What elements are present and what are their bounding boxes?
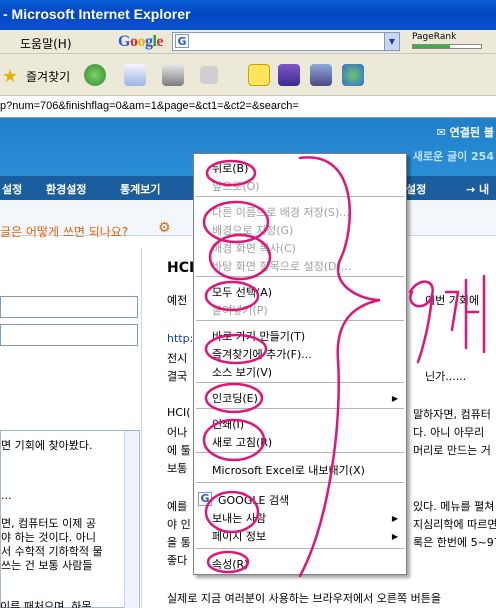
article-line: 예를 xyxy=(167,500,188,513)
menu-item-set-desktop-item[interactable]: 바탕 화면 항목으로 설정(D)... xyxy=(212,258,351,274)
article-line: 을 통 xyxy=(167,536,191,549)
title-bar: - Microsoft Internet Explorer xyxy=(0,0,496,30)
article-line: 전시 xyxy=(167,352,188,365)
nav-my[interactable]: → 내 xyxy=(466,181,489,197)
article-line: 예전 xyxy=(167,294,188,307)
menu-separator xyxy=(196,276,404,277)
article-fragment: 있다. 메뉴를 펼쳐 xyxy=(413,500,495,513)
list-item: 면 기회에 찾아봤다. xyxy=(1,439,93,452)
article-link[interactable]: http: xyxy=(167,332,193,345)
menu-item-set-background[interactable]: 배경으로 지정(G) xyxy=(212,222,293,238)
menu-item-properties[interactable]: 속성(R) xyxy=(212,556,248,572)
window-title: - Microsoft Internet Explorer xyxy=(3,6,191,22)
chevron-down-icon[interactable]: ▼ xyxy=(384,33,399,50)
mail-icon[interactable] xyxy=(124,64,146,86)
menu-item-page-info[interactable]: 페이지 정보 xyxy=(212,528,266,544)
menu-item-google-search[interactable]: GOOGLE 검색 xyxy=(218,492,289,508)
article-title: HCI xyxy=(167,260,195,276)
research-icon[interactable] xyxy=(310,64,332,86)
menu-item-copy-background[interactable]: 배경 화면 복사(C) xyxy=(212,240,296,256)
menu-separator xyxy=(196,482,404,483)
note-icon[interactable] xyxy=(248,64,270,86)
pagerank-fill xyxy=(413,45,451,48)
left-bottom-text: 이루 패처으며, 하목 xyxy=(0,600,92,608)
menu-item-add-favorites[interactable]: 즐겨찾기에 추가(F)... xyxy=(212,346,312,362)
submenu-arrow-icon: ▶ xyxy=(391,394,398,403)
menu-item-create-shortcut[interactable]: 바로 가기 만들기(T) xyxy=(212,328,305,344)
menu-item-refresh[interactable]: 새로 고침(R) xyxy=(212,434,272,450)
google-toolbar: Google G ▼ PageRank xyxy=(112,31,496,53)
address-bar[interactable]: p?num=706&finishflag=0&am=1&page=&ct1=&c… xyxy=(0,96,496,118)
toolbar: ★ 즐겨찾기 xyxy=(0,54,496,96)
left-pane: 면 기회에 찾아봤다. ... 면, 컴퓨터도 이제 공 야 하는 것이다. 아… xyxy=(0,248,142,608)
menu-separator xyxy=(196,382,404,383)
article-line: HCI( xyxy=(167,406,191,419)
article-line: 보통 xyxy=(167,462,188,475)
list-item: ... xyxy=(1,489,12,502)
menu-item-encoding[interactable]: 인코딩(E) xyxy=(212,390,258,406)
article-line: 에 툴 xyxy=(167,444,191,457)
left-input-1[interactable] xyxy=(0,296,138,318)
nav-stats[interactable]: 통계보기 xyxy=(120,181,160,197)
article-line: 어나 xyxy=(167,426,188,439)
print-icon[interactable] xyxy=(162,64,184,86)
article-fragment: 말하자면, 컴퓨터 xyxy=(413,408,491,421)
menu-separator xyxy=(196,320,404,321)
article-fragment: 이번 기회에 xyxy=(425,294,480,307)
menu-separator xyxy=(196,408,404,409)
contacts-icon[interactable] xyxy=(342,64,364,86)
left-box-scrollbar[interactable] xyxy=(124,431,139,608)
favorites-button[interactable]: 즐겨찾기 xyxy=(26,68,70,85)
menu-separator xyxy=(196,196,404,197)
pagerank-indicator: PageRank xyxy=(412,32,484,51)
help-question-link[interactable]: 글은 어떻게 쓰면 되나요? xyxy=(0,223,128,240)
article-fragment: 록은 한번에 5~97 xyxy=(413,536,496,549)
gear-icon[interactable]: ⚙ xyxy=(158,220,171,236)
article-fragment: 지심리학에 따르면 xyxy=(413,518,496,531)
menu-item-view-source[interactable]: 소스 보기(V) xyxy=(212,364,272,380)
menu-item-select-all[interactable]: 모두 선택(A) xyxy=(212,284,272,300)
article-line: 실제로 지금 여러분이 사용하는 브라우저에서 오른쪽 버튼을 xyxy=(167,592,441,605)
list-item: 쓰는 건 보통 사람들 xyxy=(1,559,93,572)
messenger-icon[interactable] xyxy=(278,64,300,86)
submenu-arrow-icon: ▶ xyxy=(391,532,398,541)
google-search-input[interactable]: G ▼ xyxy=(172,32,400,51)
history-icon[interactable] xyxy=(84,64,106,86)
menu-item-sender[interactable]: 보내는 사람 xyxy=(212,510,266,526)
article-line: 좋다 xyxy=(167,554,188,567)
nav-settings[interactable]: 설정 xyxy=(2,181,22,197)
address-url[interactable]: p?num=706&finishflag=0&am=1&page=&ct1=&c… xyxy=(0,100,299,112)
article-fragment: 닌가...... xyxy=(425,370,467,383)
nav-settings-right[interactable]: 설정 xyxy=(406,181,426,197)
submenu-arrow-icon: ▶ xyxy=(391,514,398,523)
login-link[interactable]: ✉ 연결된 블 xyxy=(437,124,494,140)
left-text-box: 면 기회에 찾아봤다. ... 면, 컴퓨터도 이제 공 야 하는 것이다. 아… xyxy=(0,430,140,608)
article-fragment: 머리로 만드는 거 xyxy=(413,444,491,457)
left-input-2[interactable] xyxy=(0,324,138,346)
google-g-icon: G xyxy=(175,34,189,48)
menu-help[interactable]: 도움말(H) xyxy=(20,35,72,52)
new-posts-link[interactable]: 새로운 글이 254 xyxy=(413,148,494,164)
menu-item-print[interactable]: 인쇄(I) xyxy=(212,416,244,432)
google-g-icon: G xyxy=(198,492,212,506)
menu-separator xyxy=(196,548,404,549)
article-line: 결국 xyxy=(167,370,188,383)
context-menu: 뒤로(B) 앞으로(O) 다른 이름으로 배경 저장(S)... 배경으로 지정… xyxy=(193,153,407,575)
nav-env-settings[interactable]: 환경설정 xyxy=(46,181,86,197)
pagerank-label: PageRank xyxy=(412,32,457,42)
menu-item-save-background[interactable]: 다른 이름으로 배경 저장(S)... xyxy=(212,204,350,220)
menu-separator xyxy=(196,452,404,453)
google-logo: Google xyxy=(118,33,164,50)
menu-item-back[interactable]: 뒤로(B) xyxy=(212,160,248,176)
favorites-star-icon[interactable]: ★ xyxy=(2,66,18,92)
menu-item-paste[interactable]: 붙여넣기(P) xyxy=(212,302,268,318)
article-fragment: 다. 아니 아무리 xyxy=(413,426,485,439)
pagerank-bar xyxy=(412,44,482,49)
edit-icon[interactable] xyxy=(200,66,218,84)
article-line: 야 인 xyxy=(167,518,191,531)
menu-item-forward[interactable]: 앞으로(O) xyxy=(212,178,260,194)
menu-item-export-excel[interactable]: Microsoft Excel로 내보내기(X) xyxy=(212,462,365,478)
